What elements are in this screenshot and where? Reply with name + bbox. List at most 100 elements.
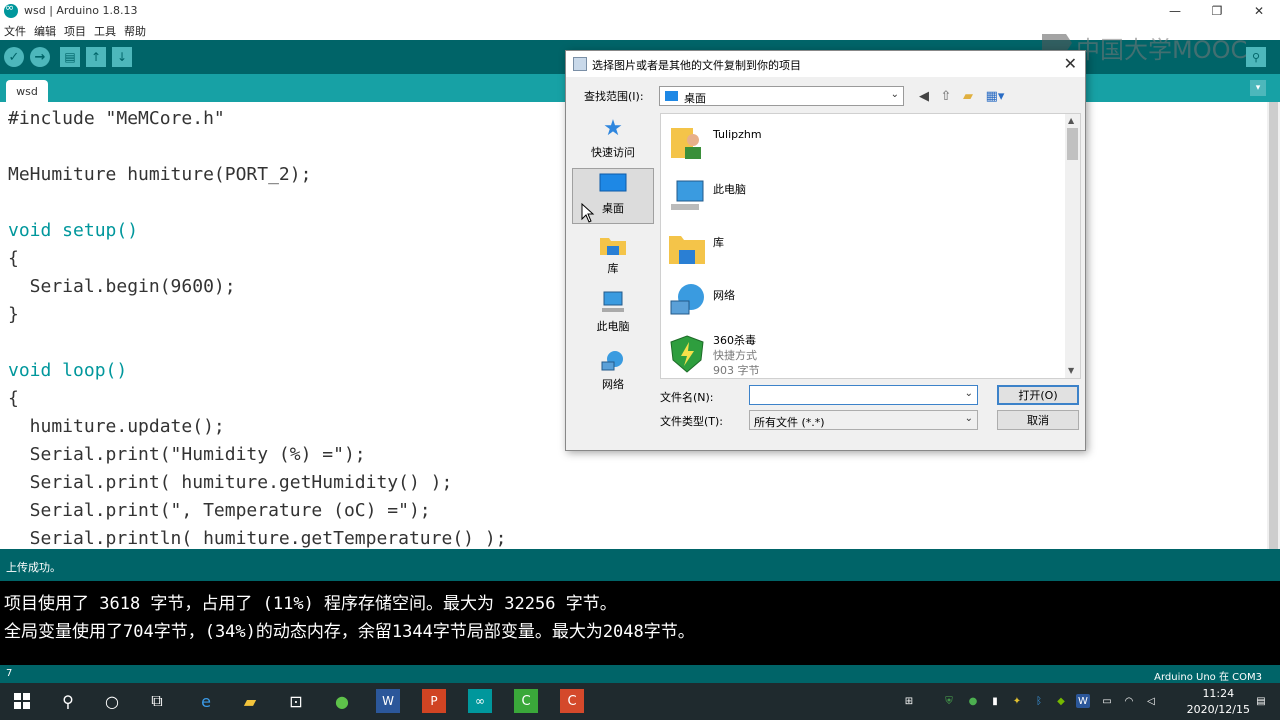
scroll-down-icon[interactable]: ▼ [1068,366,1074,375]
footer-bar: 7 Arduino Uno 在 COM3 [0,665,1280,683]
chevron-down-icon: ⌄ [890,89,899,100]
menu-file[interactable]: 文件 [0,23,30,39]
windows-start-icon[interactable] [10,689,34,713]
computer-icon [667,175,707,215]
code-line-12: humiture.update(); [8,416,225,437]
file-list[interactable]: Tulipzhm 此电脑 库 网络 360杀毒 快捷方式 903 字节 ▲ ▼ [660,113,1081,379]
place-label: 库 [607,262,619,275]
serial-monitor-button[interactable]: ⚲ [1246,47,1266,67]
upload-button[interactable]: → [30,47,50,67]
desktop-small-icon [665,91,678,101]
tab-wsd[interactable]: wsd [6,80,48,102]
security-shield-icon[interactable]: ⛨ [942,694,956,708]
look-in-select[interactable]: 桌面 ⌄ [659,86,904,106]
open-file-button[interactable]: 打开(O) [997,385,1079,405]
bluetooth-icon[interactable]: ᛒ [1032,694,1046,708]
cortana-icon[interactable]: ○ [100,689,124,713]
user-folder-icon [667,122,707,162]
back-icon[interactable]: ◀ [916,88,932,104]
arduino-taskbar-icon[interactable]: ∞ [468,689,492,713]
file-name: 库 [713,236,724,249]
place-network[interactable]: 网络 [572,345,654,401]
file-explorer-icon[interactable]: ▰ [238,689,262,713]
console-line-2: 全局变量使用了704字节，(34%)的动态内存，余留1344字节局部变量。最大为… [4,622,695,642]
search-icon[interactable]: ⚲ [56,689,80,713]
chevron-down-icon[interactable]: ⌄ [965,388,973,399]
up-folder-icon[interactable]: ⇧ [938,88,954,104]
filetype-value: 所有文件 (*.*) [754,416,825,429]
file-size: 903 字节 [713,364,760,377]
clock-date: 2020/12/15 [1186,703,1250,716]
word-tray-icon[interactable]: W [1076,694,1090,708]
close-button[interactable]: ✕ [1238,0,1280,21]
camtasia-recorder-icon[interactable]: C [560,689,584,713]
filetype-select[interactable]: 所有文件 (*.*) ⌄ [749,410,978,430]
list-item[interactable]: Tulipzhm [667,118,1057,168]
edge-browser-icon[interactable]: e [194,689,218,713]
list-item[interactable]: 360杀毒 快捷方式 903 字节 [667,330,1057,380]
clock-time: 11:24 [1202,687,1235,700]
file-type: 快捷方式 [713,349,757,362]
menu-help[interactable]: 帮助 [120,23,150,39]
cancel-button[interactable]: 取消 [997,410,1079,430]
star-icon: ★ [603,116,623,141]
notifications-icon[interactable]: ▤ [1254,694,1268,708]
volume-icon[interactable]: ◁ [1144,694,1158,708]
code-line-3: MeHumiture humiture(PORT_2); [8,164,312,185]
filename-input[interactable] [750,386,960,404]
chevron-down-icon: ⌄ [964,413,973,424]
place-quick-access[interactable]: ★ 快速访问 [572,113,654,169]
nvidia-icon[interactable]: ◆ [1054,694,1068,708]
window-titlebar: wsd | Arduino 1.8.13 — ❐ ✕ [0,0,1280,21]
new-button[interactable]: ▤ [60,47,80,67]
tab-menu-button[interactable]: ▾ [1250,80,1266,96]
dialog-close-button[interactable]: ✕ [1064,54,1077,73]
list-item[interactable]: 此电脑 [667,171,1057,221]
menu-sketch[interactable]: 项目 [60,23,90,39]
list-item[interactable]: 库 [667,224,1057,274]
code-line-13: Serial.print("Humidity (%) ="); [8,444,366,465]
file-list-scroll-thumb[interactable] [1067,128,1078,160]
view-menu-icon[interactable]: ▦▾ [984,88,1006,104]
editor-scrollbar[interactable] [1267,102,1280,549]
list-item[interactable]: 网络 [667,277,1057,327]
file-list-scrollbar[interactable]: ▲ ▼ [1065,114,1080,378]
code-line-14: Serial.print( humiture.getHumidity() ); [8,472,453,493]
filename-field[interactable]: ⌄ [749,385,978,405]
window-title: wsd | Arduino 1.8.13 [24,4,138,17]
place-library[interactable]: 库 [572,229,654,285]
arduino-logo-icon [4,1,18,18]
battery-icon[interactable]: ▭ [1100,694,1114,708]
store-icon[interactable]: ⊡ [284,689,308,713]
look-in-label: 查找范围(I): [584,90,644,103]
microphone-icon[interactable]: ▮ [988,694,1002,708]
editor-scroll-thumb[interactable] [1269,102,1278,549]
wifi-icon[interactable]: ◠ [1122,694,1136,708]
tray-star-icon[interactable]: ✦ [1010,694,1024,708]
new-folder-icon[interactable]: ▰ [960,88,976,104]
code-line-7: Serial.begin(9600); [8,276,236,297]
restore-button[interactable]: ❐ [1196,0,1238,21]
open-button[interactable]: ↑ [86,47,106,67]
task-view-icon[interactable]: ⧉ [145,689,169,713]
save-button[interactable]: ↓ [112,47,132,67]
powerpoint-icon[interactable]: P [422,689,446,713]
camtasia-icon[interactable]: C [514,689,538,713]
tray-app-icon[interactable]: ● [966,694,980,708]
place-this-pc[interactable]: 此电脑 [572,287,654,343]
file-name: 网络 [713,289,735,302]
window-controls: — ❐ ✕ [1154,0,1280,21]
system-clock[interactable]: 11:24 2020/12/15 [1187,686,1250,718]
file-name: 360杀毒 [713,334,756,347]
keyboard-icon[interactable]: ⊞ [902,694,916,708]
code-line-6: { [8,248,19,269]
menu-edit[interactable]: 编辑 [30,23,60,39]
code-line-10: void loop() [8,360,128,381]
menu-tools[interactable]: 工具 [90,23,120,39]
scroll-up-icon[interactable]: ▲ [1068,116,1074,125]
dialog-title: 选择图片或者是其他的文件复制到你的项目 [592,59,801,72]
verify-button[interactable]: ✓ [4,47,24,67]
word-icon[interactable]: W [376,689,400,713]
minimize-button[interactable]: — [1154,0,1196,21]
360-browser-icon[interactable]: ● [330,689,354,713]
